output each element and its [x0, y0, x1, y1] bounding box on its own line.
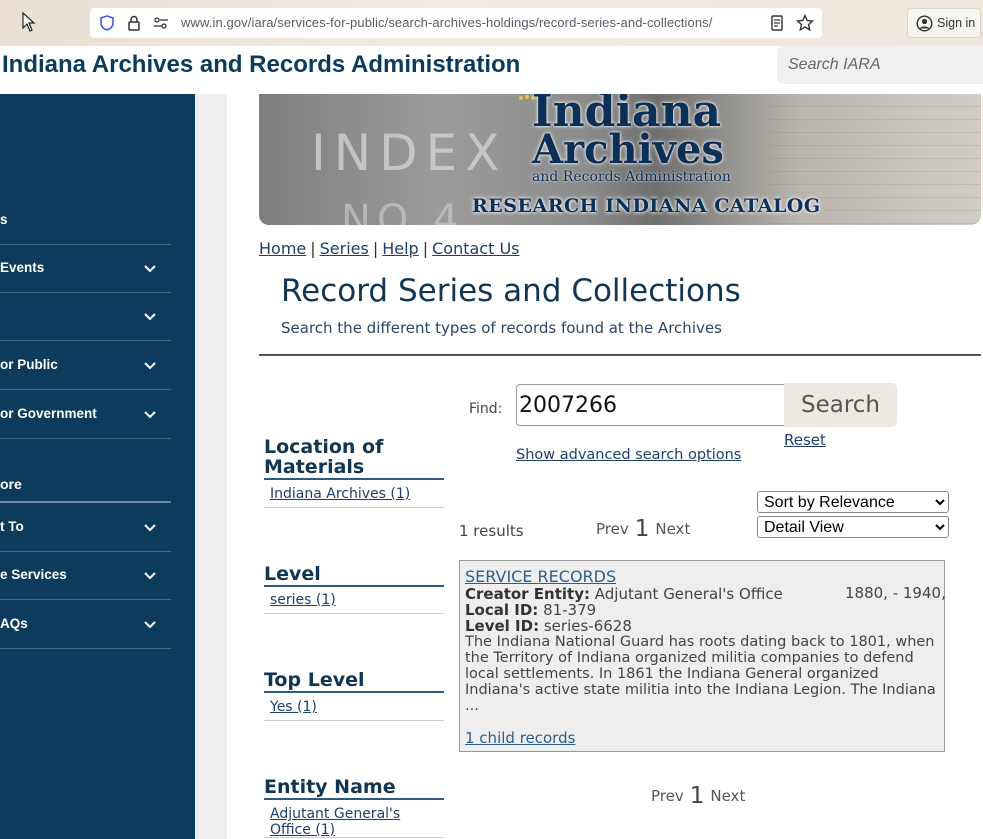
record-level-id-line: Level ID: series-6628: [465, 618, 632, 635]
link-separator: |: [372, 239, 379, 258]
banner-brand-subline: and Records Administration: [532, 169, 731, 185]
nav-item-3[interactable]: [0, 293, 171, 341]
contact-us-link[interactable]: Contact Us: [432, 239, 519, 258]
search-button[interactable]: Search: [784, 383, 897, 427]
advanced-search-link[interactable]: Show advanced search options: [516, 447, 741, 463]
facet-heading-top-level: Top Level: [264, 670, 444, 693]
facet-item-top-level: Yes (1): [264, 699, 444, 721]
nav-divider: [0, 501, 171, 503]
chevron-down-icon[interactable]: [143, 359, 157, 373]
nav-item-label: t To: [0, 519, 24, 534]
chevron-down-icon[interactable]: [143, 618, 157, 632]
site-search-input[interactable]: [777, 46, 983, 84]
lock-icon[interactable]: [125, 14, 143, 32]
help-link[interactable]: Help: [382, 239, 418, 258]
banner-catalog-title: RESEARCH INDIANA CATALOG: [472, 195, 821, 217]
page-root: www.in.gov/iara/services-for-public/sear…: [0, 0, 983, 839]
banner-bg-text: NO 4: [341, 197, 465, 225]
facet-heading-entity: Entity Name: [264, 777, 444, 800]
page-subtitle: Search the different types of records fo…: [281, 319, 722, 337]
facet-heading-location: Location of Materials: [264, 437, 444, 480]
header-divider: [259, 354, 981, 356]
prev-link[interactable]: Prev: [596, 520, 629, 538]
nav-item-link-to[interactable]: t To: [0, 504, 171, 552]
bookmark-star-icon[interactable]: [796, 14, 814, 32]
nav-section-heading: ore: [0, 476, 22, 492]
results-count: 1 results: [459, 522, 524, 540]
mouse-cursor-icon: [22, 12, 36, 32]
level-id-value: series-6628: [543, 617, 632, 635]
pager-top: Prev 1 Next: [596, 516, 690, 542]
chevron-down-icon[interactable]: [143, 569, 157, 583]
series-link[interactable]: Series: [320, 239, 369, 258]
view-select[interactable]: Detail View: [757, 516, 949, 538]
facet-link-adjutant-general[interactable]: Adjutant General's Office (1): [270, 806, 400, 838]
prev-link[interactable]: Prev: [651, 787, 684, 805]
nav-item-label: Events: [0, 260, 45, 275]
chevron-down-icon[interactable]: [143, 521, 157, 535]
nav-item-label: e Services: [0, 567, 67, 582]
banner-bg-text: INDEX: [311, 124, 508, 182]
nav-item-1[interactable]: s: [0, 197, 171, 245]
chevron-down-icon[interactable]: [143, 262, 157, 276]
left-sidebar-nav: s Events or Public or Government ore t T…: [0, 94, 195, 839]
sort-select[interactable]: Sort by Relevance: [757, 491, 949, 513]
facet-item-location: Indiana Archives (1): [264, 486, 444, 508]
facet-link-yes[interactable]: Yes (1): [270, 699, 317, 715]
pager-bottom: Prev 1 Next: [651, 783, 745, 809]
record-title-link[interactable]: SERVICE RECORDS: [465, 567, 616, 586]
facet-item-level: series (1): [264, 592, 444, 614]
sign-in-button[interactable]: Sign in: [907, 8, 981, 38]
nav-item-events[interactable]: Events: [0, 245, 171, 293]
nav-item-label: or Public: [0, 357, 58, 372]
nav-item-label: AQs: [0, 616, 28, 631]
next-link[interactable]: Next: [710, 787, 745, 805]
link-separator: |: [310, 239, 316, 258]
page-number[interactable]: 1: [629, 516, 656, 542]
result-card: SERVICE RECORDS 1880, - 1940, Creator En…: [459, 560, 946, 752]
facet-item-entity: Adjutant General's Office (1): [264, 806, 444, 838]
nav-item-label: s: [0, 212, 8, 227]
nav-item-for-public[interactable]: or Public: [0, 342, 171, 390]
url-text[interactable]: www.in.gov/iara/services-for-public/sear…: [181, 15, 712, 30]
shield-icon[interactable]: [98, 14, 116, 32]
banner-brand-archives: Archives: [532, 126, 724, 173]
record-dates: 1880, - 1940,: [845, 584, 946, 602]
chevron-down-icon[interactable]: [143, 408, 157, 422]
nav-item-label: or Government: [0, 406, 97, 421]
catalog-nav-links: Home | Series | Help | Contact Us: [259, 239, 520, 258]
reader-view-icon[interactable]: [768, 14, 786, 32]
sign-in-label: Sign in: [937, 16, 976, 30]
record-description: The Indiana National Guard has roots dat…: [465, 634, 936, 714]
nav-item-for-government[interactable]: or Government: [0, 391, 171, 439]
reset-link[interactable]: Reset: [784, 431, 826, 449]
content-gutter: [195, 94, 227, 839]
chevron-down-icon[interactable]: [143, 310, 157, 324]
find-label: Find:: [469, 401, 503, 417]
site-search-box[interactable]: [777, 46, 983, 84]
site-header: Indiana Archives and Records Administrat…: [0, 46, 983, 94]
account-icon: [916, 15, 933, 32]
browser-toolbar: www.in.gov/iara/services-for-public/sear…: [0, 0, 983, 46]
nav-item-faqs[interactable]: AQs: [0, 601, 171, 649]
facet-heading-level: Level: [264, 564, 444, 587]
level-id-label: Level ID:: [465, 617, 540, 635]
facet-link-series[interactable]: series (1): [270, 592, 336, 608]
permissions-icon[interactable]: [152, 14, 170, 32]
home-link[interactable]: Home: [259, 239, 306, 258]
site-title[interactable]: Indiana Archives and Records Administrat…: [2, 51, 520, 79]
find-input[interactable]: [516, 384, 788, 426]
page-title: Record Series and Collections: [281, 273, 741, 309]
facet-link-indiana-archives[interactable]: Indiana Archives (1): [270, 486, 410, 502]
address-bar[interactable]: www.in.gov/iara/services-for-public/sear…: [90, 8, 822, 38]
next-link[interactable]: Next: [655, 520, 690, 538]
creator-value: Adjutant General's Office: [594, 585, 783, 603]
page-number[interactable]: 1: [684, 783, 711, 809]
link-separator: |: [422, 239, 429, 258]
child-records-link[interactable]: 1 child records: [465, 729, 575, 747]
nav-item-services[interactable]: e Services: [0, 552, 171, 600]
catalog-banner[interactable]: INDEX NO 4 Indiana Archives and Records …: [259, 94, 981, 225]
